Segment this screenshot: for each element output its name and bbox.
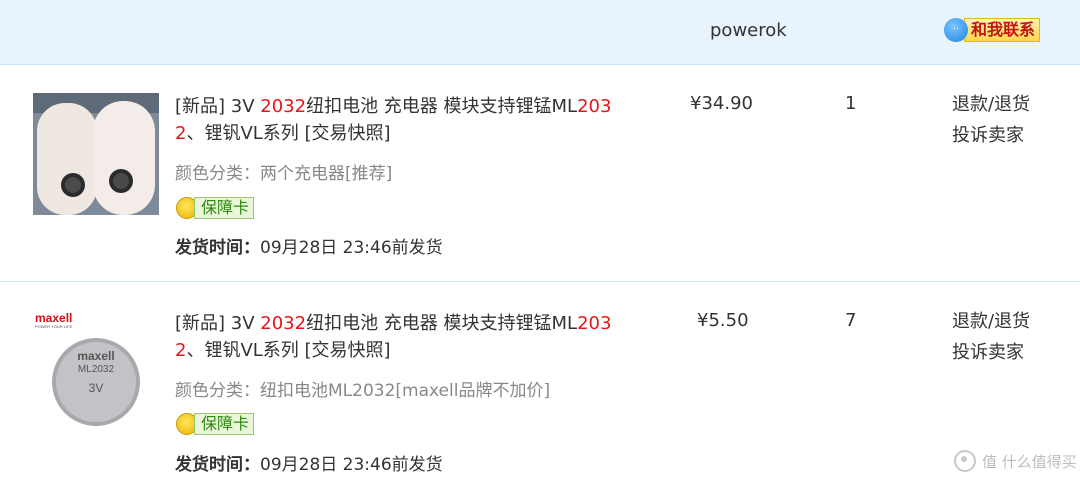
- contact-label: 和我联系: [964, 18, 1041, 42]
- title-highlight: 2: [175, 123, 187, 144]
- refund-return-link[interactable]: 退款/退货: [952, 306, 1030, 337]
- item-actions: 退款/退货 投诉卖家: [952, 306, 1030, 368]
- sku-attribute: 颜色分类：纽扣电池ML2032[maxell品牌不加价]: [175, 381, 551, 401]
- thumb-cell-brand: maxell: [77, 349, 114, 363]
- item-price: ¥34.90: [690, 93, 753, 114]
- title-highlight: 2: [175, 340, 187, 361]
- complain-seller-link[interactable]: 投诉卖家: [952, 337, 1030, 368]
- item-quantity: 7: [845, 310, 857, 331]
- ship-time: 发货时间：09月28日 23:46前发货: [175, 233, 443, 258]
- ship-value: 09月28日 23:46前发货: [260, 238, 443, 258]
- title-part: 纽扣电池 充电器 模块支持锂锰ML: [306, 313, 578, 334]
- title-highlight: 2032: [260, 313, 307, 334]
- table-header: powerok ·· 和我联系: [0, 0, 1080, 65]
- ship-label: 发货时间：: [175, 238, 260, 258]
- order-item-row: maxell POWER YOUR LIFE maxell ML2032 3V …: [0, 282, 1080, 484]
- title-highlight: 203: [577, 96, 612, 117]
- title-highlight: 2032: [260, 96, 307, 117]
- product-thumbnail-charger[interactable]: [33, 93, 159, 215]
- ship-label: 发货时间：: [175, 455, 260, 475]
- seller-name[interactable]: powerok: [710, 20, 787, 41]
- ship-value: 09月28日 23:46前发货: [260, 455, 443, 475]
- guarantee-badge[interactable]: 保障卡: [176, 197, 255, 219]
- title-part: 、锂钒VL系列 [交易快照]: [186, 340, 391, 361]
- watermark-logo-icon: [954, 450, 976, 472]
- title-part: 纽扣电池 充电器 模块支持锂锰ML: [306, 96, 578, 117]
- title-part: [新品] 3V: [175, 96, 261, 117]
- ship-time: 发货时间：09月28日 23:46前发货: [175, 450, 443, 475]
- complain-seller-link[interactable]: 投诉卖家: [952, 120, 1030, 151]
- guarantee-label: 保障卡: [194, 197, 255, 219]
- thumb-cell-volt: 3V: [89, 381, 104, 395]
- watermark-text: 值 什么值得买: [982, 452, 1077, 471]
- guarantee-badge[interactable]: 保障卡: [176, 413, 255, 435]
- product-thumbnail-battery[interactable]: maxell POWER YOUR LIFE maxell ML2032 3V: [33, 310, 159, 432]
- item-price: ¥5.50: [697, 310, 749, 331]
- guarantee-label: 保障卡: [194, 413, 255, 435]
- order-item-row: [新品] 3V 2032纽扣电池 充电器 模块支持锂锰ML203 2、锂钒VL系列…: [0, 65, 1080, 282]
- item-quantity: 1: [845, 93, 857, 114]
- item-actions: 退款/退货 投诉卖家: [952, 89, 1030, 151]
- refund-return-link[interactable]: 退款/退货: [952, 89, 1030, 120]
- sku-attribute: 颜色分类：两个充电器[推荐]: [175, 164, 393, 184]
- thumb-brand-sub: POWER YOUR LIFE: [35, 324, 73, 329]
- thumb-cell-model: ML2032: [78, 364, 115, 375]
- contact-seller-button[interactable]: ·· 和我联系: [944, 18, 1041, 42]
- title-part: 、锂钒VL系列 [交易快照]: [186, 123, 391, 144]
- product-title[interactable]: [新品] 3V 2032纽扣电池 充电器 模块支持锂锰ML203 2、锂钒VL系列…: [175, 93, 630, 147]
- product-title[interactable]: [新品] 3V 2032纽扣电池 充电器 模块支持锂锰ML203 2、锂钒VL系列…: [175, 310, 630, 364]
- site-watermark: 值 什么值得买: [954, 450, 1077, 472]
- thumb-brand: maxell: [35, 311, 72, 325]
- title-part: [新品] 3V: [175, 313, 261, 334]
- chat-icon: ··: [944, 18, 968, 42]
- title-highlight: 203: [577, 313, 612, 334]
